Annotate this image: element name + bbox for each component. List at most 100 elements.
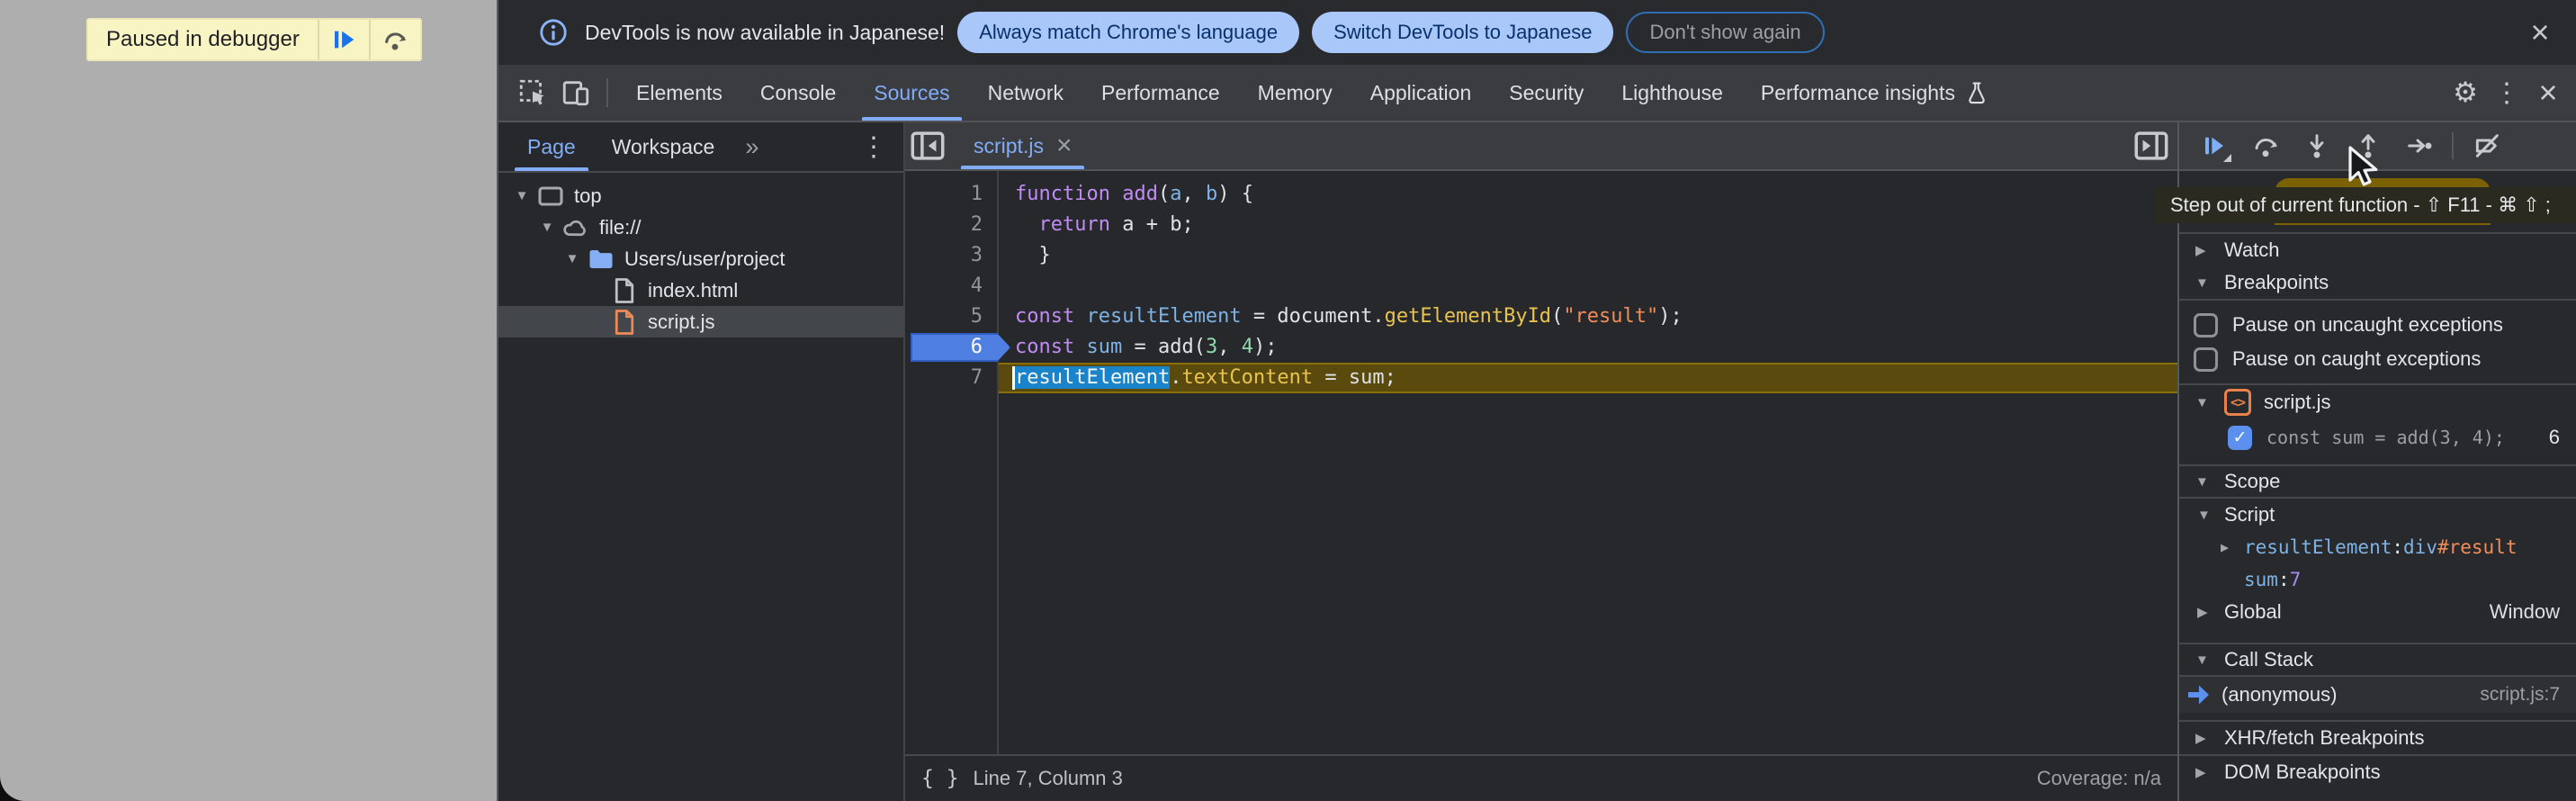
breakpoint-file-group[interactable]: ▼ <> script.js (2179, 383, 2576, 419)
device-toolbar-icon[interactable] (554, 65, 597, 121)
tree-item-index-html[interactable]: index.html (498, 274, 903, 306)
collapsed-triangle-icon[interactable]: ▶ (2195, 730, 2212, 746)
code-line-6[interactable]: const sum = add(3, 4); (999, 332, 2177, 363)
collapsed-triangle-icon[interactable]: ▶ (2195, 242, 2212, 258)
toggle-navigator-sidebar-icon[interactable] (905, 122, 950, 170)
editor-tab-label: script.js (974, 134, 1044, 158)
dont-show-again-button[interactable]: Don't show again (1626, 12, 1824, 53)
expanded-triangle-icon[interactable]: ▼ (2195, 395, 2212, 410)
devtools-close-icon[interactable]: × (2527, 74, 2569, 112)
tab-security[interactable]: Security (1490, 65, 1602, 121)
tab-page[interactable]: Page (522, 122, 581, 171)
pause-uncaught-exceptions-row[interactable]: Pause on uncaught exceptions (2179, 308, 2576, 342)
line-number[interactable]: 2 (905, 210, 997, 240)
expanded-triangle-icon[interactable]: ▼ (2195, 652, 2212, 668)
editor-tab-close-icon[interactable]: × (1056, 130, 1073, 161)
breakpoint-flag-line-6[interactable]: 6 (905, 332, 997, 363)
step-into-button[interactable] (2291, 122, 2342, 170)
code-line-5[interactable]: const resultElement = document.getElemen… (999, 302, 2177, 332)
collapsed-triangle-icon[interactable]: ▶ (2221, 539, 2237, 555)
section-dom-breakpoints[interactable]: ▶ DOM Breakpoints (2179, 754, 2576, 788)
toggle-debugger-sidebar-icon[interactable] (2129, 122, 2174, 170)
section-xhr-breakpoints[interactable]: ▶ XHR/fetch Breakpoints (2179, 720, 2576, 754)
breakpoint-entry[interactable]: ✓ const sum = add(3, 4); 6 (2179, 419, 2576, 455)
tab-application[interactable]: Application (1351, 65, 1491, 121)
tree-item-top[interactable]: ▼ top (498, 180, 903, 212)
main-toolbar: ElementsConsoleSourcesNetworkPerformance… (498, 65, 2576, 122)
scope-var-resultElement[interactable]: ▶ resultElement: div#result (2179, 531, 2576, 563)
step-out-button[interactable] (2342, 122, 2393, 170)
resume-script-button[interactable] (2188, 122, 2239, 170)
spacer (2179, 455, 2576, 464)
expander-icon[interactable]: ▼ (560, 251, 585, 266)
flask-icon (1964, 79, 1989, 106)
tab-workspace[interactable]: Workspace (606, 122, 721, 171)
step-over-button[interactable] (2239, 122, 2291, 170)
section-watch[interactable]: ▶ Watch (2179, 232, 2576, 266)
file-tree: ▼ top ▼ file:// ▼ (498, 173, 903, 338)
code-token: "result" (1563, 305, 1658, 328)
deactivate-breakpoints-button[interactable] (2461, 122, 2512, 170)
expanded-triangle-icon[interactable]: ▼ (2195, 275, 2212, 291)
collapsed-triangle-icon[interactable]: ▶ (2195, 764, 2212, 780)
tree-item-file-scheme[interactable]: ▼ file:// (498, 212, 903, 243)
more-tabs-chevron-icon[interactable]: » (745, 133, 760, 161)
tab-performance[interactable]: Performance (1082, 65, 1239, 121)
expanded-triangle-icon[interactable]: ▼ (2197, 508, 2213, 523)
line-number[interactable]: 3 (905, 240, 997, 271)
tab-memory[interactable]: Memory (1239, 65, 1351, 121)
code-token: ( (1158, 183, 1170, 205)
toolbar-right-controls: ⚙ ⋮ × (2445, 65, 2576, 121)
checkbox-unchecked[interactable] (2194, 313, 2218, 338)
section-scope[interactable]: ▼ Scope (2179, 464, 2576, 499)
step-button[interactable] (2393, 122, 2445, 170)
overlay-resume-button[interactable] (318, 20, 369, 59)
line-number[interactable]: 4 (905, 271, 997, 302)
settings-gear-icon[interactable]: ⚙ (2445, 76, 2486, 109)
code-lines: function add(a, b) { return a + b; } cons… (999, 171, 2177, 754)
line-number[interactable]: 1 (905, 179, 997, 210)
expander-icon[interactable]: ▼ (509, 188, 534, 203)
infobar-close-icon[interactable]: × (2518, 0, 2562, 65)
pause-caught-exceptions-row[interactable]: Pause on caught exceptions (2179, 342, 2576, 376)
tree-item-project-folder[interactable]: ▼ Users/user/project (498, 243, 903, 274)
tab-sources[interactable]: Sources (855, 65, 968, 121)
scope-script-group[interactable]: ▼ Script (2179, 499, 2576, 531)
tab-lighthouse[interactable]: Lighthouse (1602, 65, 1742, 121)
expander-icon[interactable]: ▼ (534, 220, 560, 235)
tab-network[interactable]: Network (969, 65, 1082, 121)
toolbar-divider (2452, 132, 2454, 159)
tab-elements[interactable]: Elements (617, 65, 741, 121)
code-token: resultElement (1015, 366, 1170, 389)
line-number[interactable]: 7 (905, 363, 997, 393)
var-separator: : (2278, 569, 2290, 590)
code-line-7[interactable]: resultElement.textContent = sum; (999, 363, 2177, 393)
editor-tab-script-js[interactable]: script.js × (957, 122, 1088, 169)
pretty-print-braces-icon[interactable]: { } (921, 767, 959, 790)
section-call-stack[interactable]: ▼ Call Stack (2179, 643, 2576, 677)
expanded-triangle-icon[interactable]: ▼ (2195, 474, 2212, 490)
scope-var-sum[interactable]: sum: 7 (2179, 563, 2576, 596)
navigator-kebab-icon[interactable]: ⋮ (860, 131, 903, 163)
tab-console[interactable]: Console (741, 65, 855, 121)
call-stack-frame[interactable]: (anonymous) script.js:7 (2179, 677, 2576, 713)
line-number[interactable]: 5 (905, 302, 997, 332)
inspect-element-icon[interactable] (511, 65, 554, 121)
tab-performance-insights[interactable]: Performance insights (1742, 65, 2008, 121)
code-line-3[interactable]: } (999, 240, 2177, 271)
checkbox-checked[interactable]: ✓ (2228, 426, 2252, 450)
checkbox-unchecked[interactable] (2194, 347, 2218, 372)
switch-devtools-japanese-button[interactable]: Switch DevTools to Japanese (1312, 12, 1613, 53)
step-over-icon (381, 26, 408, 53)
section-label: XHR/fetch Breakpoints (2224, 726, 2425, 750)
code-line-4[interactable] (999, 271, 2177, 302)
scope-global-group[interactable]: ▶ Global Window (2179, 596, 2576, 628)
code-line-2[interactable]: return a + b; (999, 210, 2177, 240)
code-line-1[interactable]: function add(a, b) { (999, 179, 2177, 210)
collapsed-triangle-icon[interactable]: ▶ (2197, 604, 2213, 620)
section-breakpoints[interactable]: ▼ Breakpoints (2179, 266, 2576, 301)
tree-item-script-js[interactable]: script.js (498, 306, 903, 338)
more-options-kebab-icon[interactable]: ⋮ (2486, 77, 2527, 109)
always-match-language-button[interactable]: Always match Chrome's language (957, 12, 1299, 53)
overlay-step-over-button[interactable] (369, 20, 420, 59)
